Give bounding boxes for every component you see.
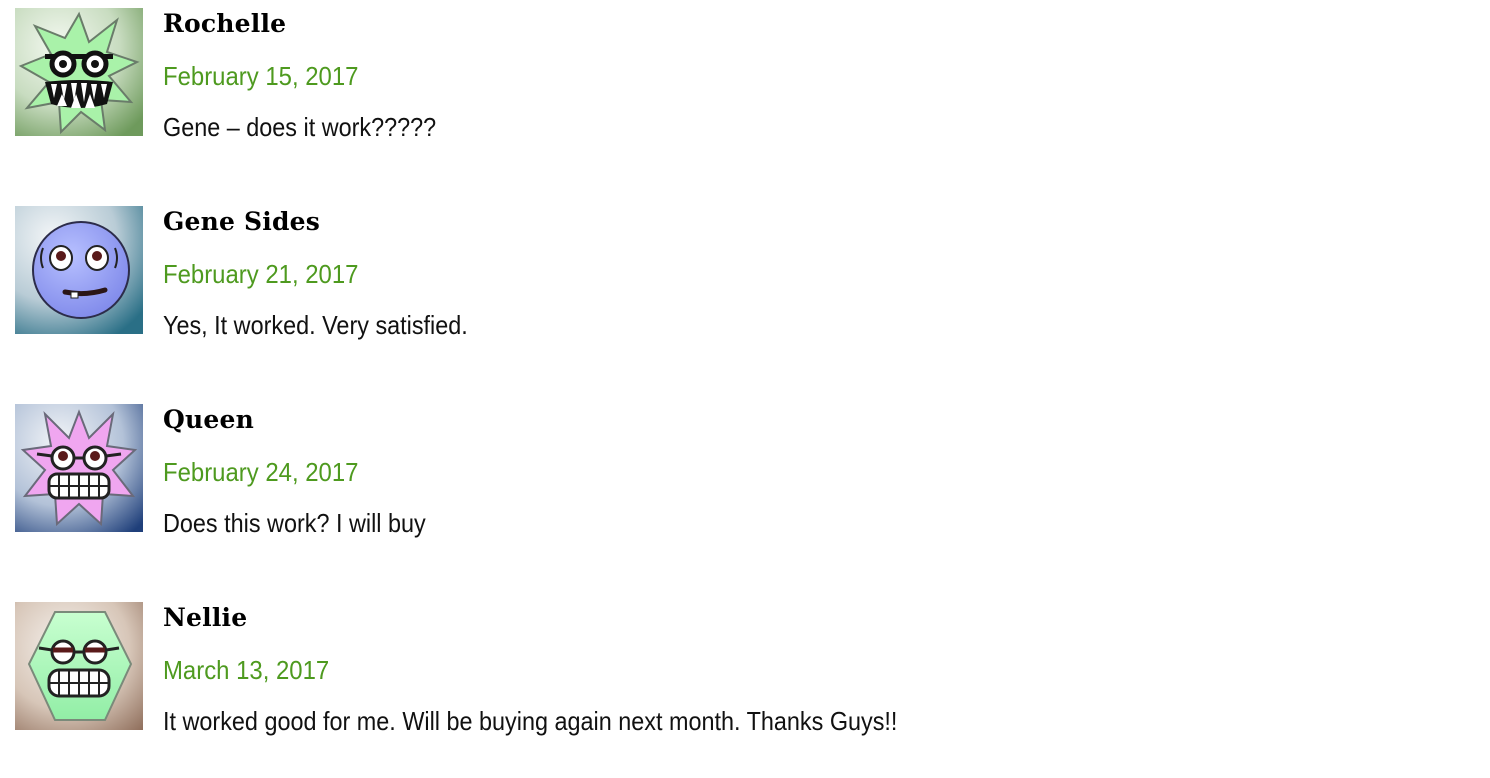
comment-date-link[interactable]: February 21, 2017 xyxy=(163,258,358,290)
comment-date-link[interactable]: March 13, 2017 xyxy=(163,654,329,686)
comment-item: Rochelle February 15, 2017 Gene – does i… xyxy=(15,8,1475,142)
green-star-monster-avatar-icon xyxy=(15,8,143,136)
comment-text: Does this work? I will buy xyxy=(163,508,426,538)
comment-author: Gene Sides xyxy=(163,207,321,236)
comment-item: Nellie March 13, 2017 It worked good for… xyxy=(15,602,1475,736)
comment-author: Queen xyxy=(163,405,254,434)
comment-item: Gene Sides February 21, 2017 Yes, It wor… xyxy=(15,206,1475,340)
comment-date-link[interactable]: February 15, 2017 xyxy=(163,60,358,92)
comment-item: Queen February 24, 2017 Does this work? … xyxy=(15,404,1475,538)
comment-author: Rochelle xyxy=(163,9,287,38)
blue-round-face-avatar-icon xyxy=(15,206,143,334)
green-hexagon-glasses-avatar-icon xyxy=(15,602,143,730)
comment-list: Rochelle February 15, 2017 Gene – does i… xyxy=(0,0,1490,778)
comment-text: It worked good for me. Will be buying ag… xyxy=(163,706,898,736)
comment-text: Gene – does it work????? xyxy=(163,112,437,142)
comment-text: Yes, It worked. Very satisfied. xyxy=(163,310,468,340)
comment-author: Nellie xyxy=(163,603,248,632)
comment-date-link[interactable]: February 24, 2017 xyxy=(163,456,358,488)
pink-star-glasses-avatar-icon xyxy=(15,404,143,532)
